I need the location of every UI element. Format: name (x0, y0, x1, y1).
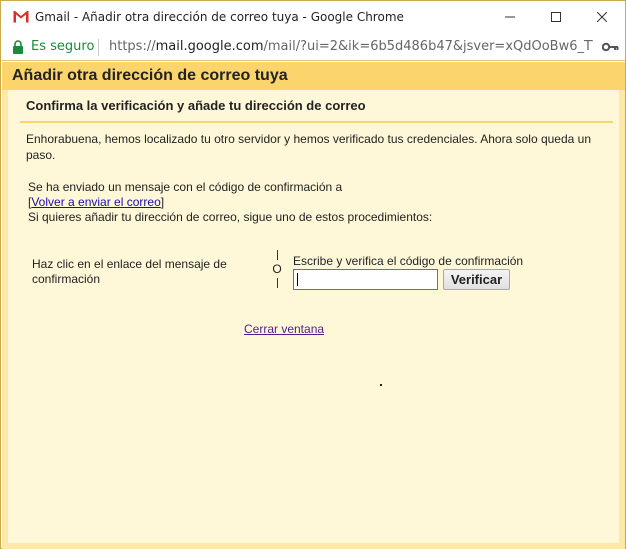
resend-email-link[interactable]: Volver a enviar el correo (31, 195, 160, 209)
sent-message: Se ha enviado un mensaje con el código d… (28, 180, 343, 194)
address-separator (98, 39, 99, 56)
maximize-icon (551, 12, 561, 22)
close-window-link[interactable]: Cerrar ventana (244, 322, 324, 336)
browser-window: Gmail - Añadir otra dirección de correo … (0, 0, 626, 549)
congrats-message: Enhorabuena, hemos localizado tu otro se… (26, 132, 592, 162)
resend-close-bracket: ] (160, 195, 165, 209)
code-label: Escribe y verifica el código de confirma… (293, 254, 524, 268)
maximize-button[interactable] (533, 1, 579, 33)
section-subtitle: Confirma la verificación y añade tu dire… (26, 98, 366, 113)
close-icon (597, 12, 607, 22)
procedures-message: Si quieres añadir tu dirección de correo… (28, 210, 433, 224)
key-icon[interactable] (602, 42, 619, 52)
minimize-icon (505, 16, 515, 18)
confirmation-code-input[interactable] (293, 269, 438, 290)
address-bar[interactable]: Es seguro https://mail.google.com/mail/?… (1, 33, 625, 61)
or-bar-bottom (276, 278, 278, 288)
gmail-logo-icon (13, 10, 29, 23)
dialog-content: Añadir otra dirección de correo tuya Con… (2, 62, 625, 549)
secure-label: Es seguro (31, 39, 95, 54)
window-title: Gmail - Añadir otra dirección de correo … (35, 10, 404, 24)
or-label: O (272, 262, 282, 276)
or-bar-top (276, 250, 278, 260)
resend-line: [Volver a enviar el correo] (28, 194, 164, 210)
dialog-header: Añadir otra dirección de correo tuya (2, 62, 625, 90)
dialog-title: Añadir otra dirección de correo tuya (12, 67, 288, 84)
option-click-link: Haz clic en el enlace del mensaje de con… (32, 257, 227, 286)
url-scheme: https:// (109, 39, 156, 54)
title-bar[interactable]: Gmail - Añadir otra dirección de correo … (1, 1, 625, 33)
url-host: mail.google.com (155, 39, 264, 54)
minimize-button[interactable] (487, 1, 533, 33)
verify-button[interactable]: Verificar (443, 269, 510, 290)
url-field[interactable]: https://mail.google.com/mail/?ui=2&ik=6b… (109, 39, 593, 54)
close-button[interactable] (579, 1, 625, 33)
lock-icon (13, 40, 23, 54)
url-path: /mail/?ui=2&ik=6b5d486b47&jsver=xQdOoBw6… (263, 39, 593, 54)
stray-dot (380, 384, 382, 386)
or-separator: O (270, 250, 284, 296)
text-cursor (297, 273, 298, 286)
section-divider (20, 121, 613, 123)
